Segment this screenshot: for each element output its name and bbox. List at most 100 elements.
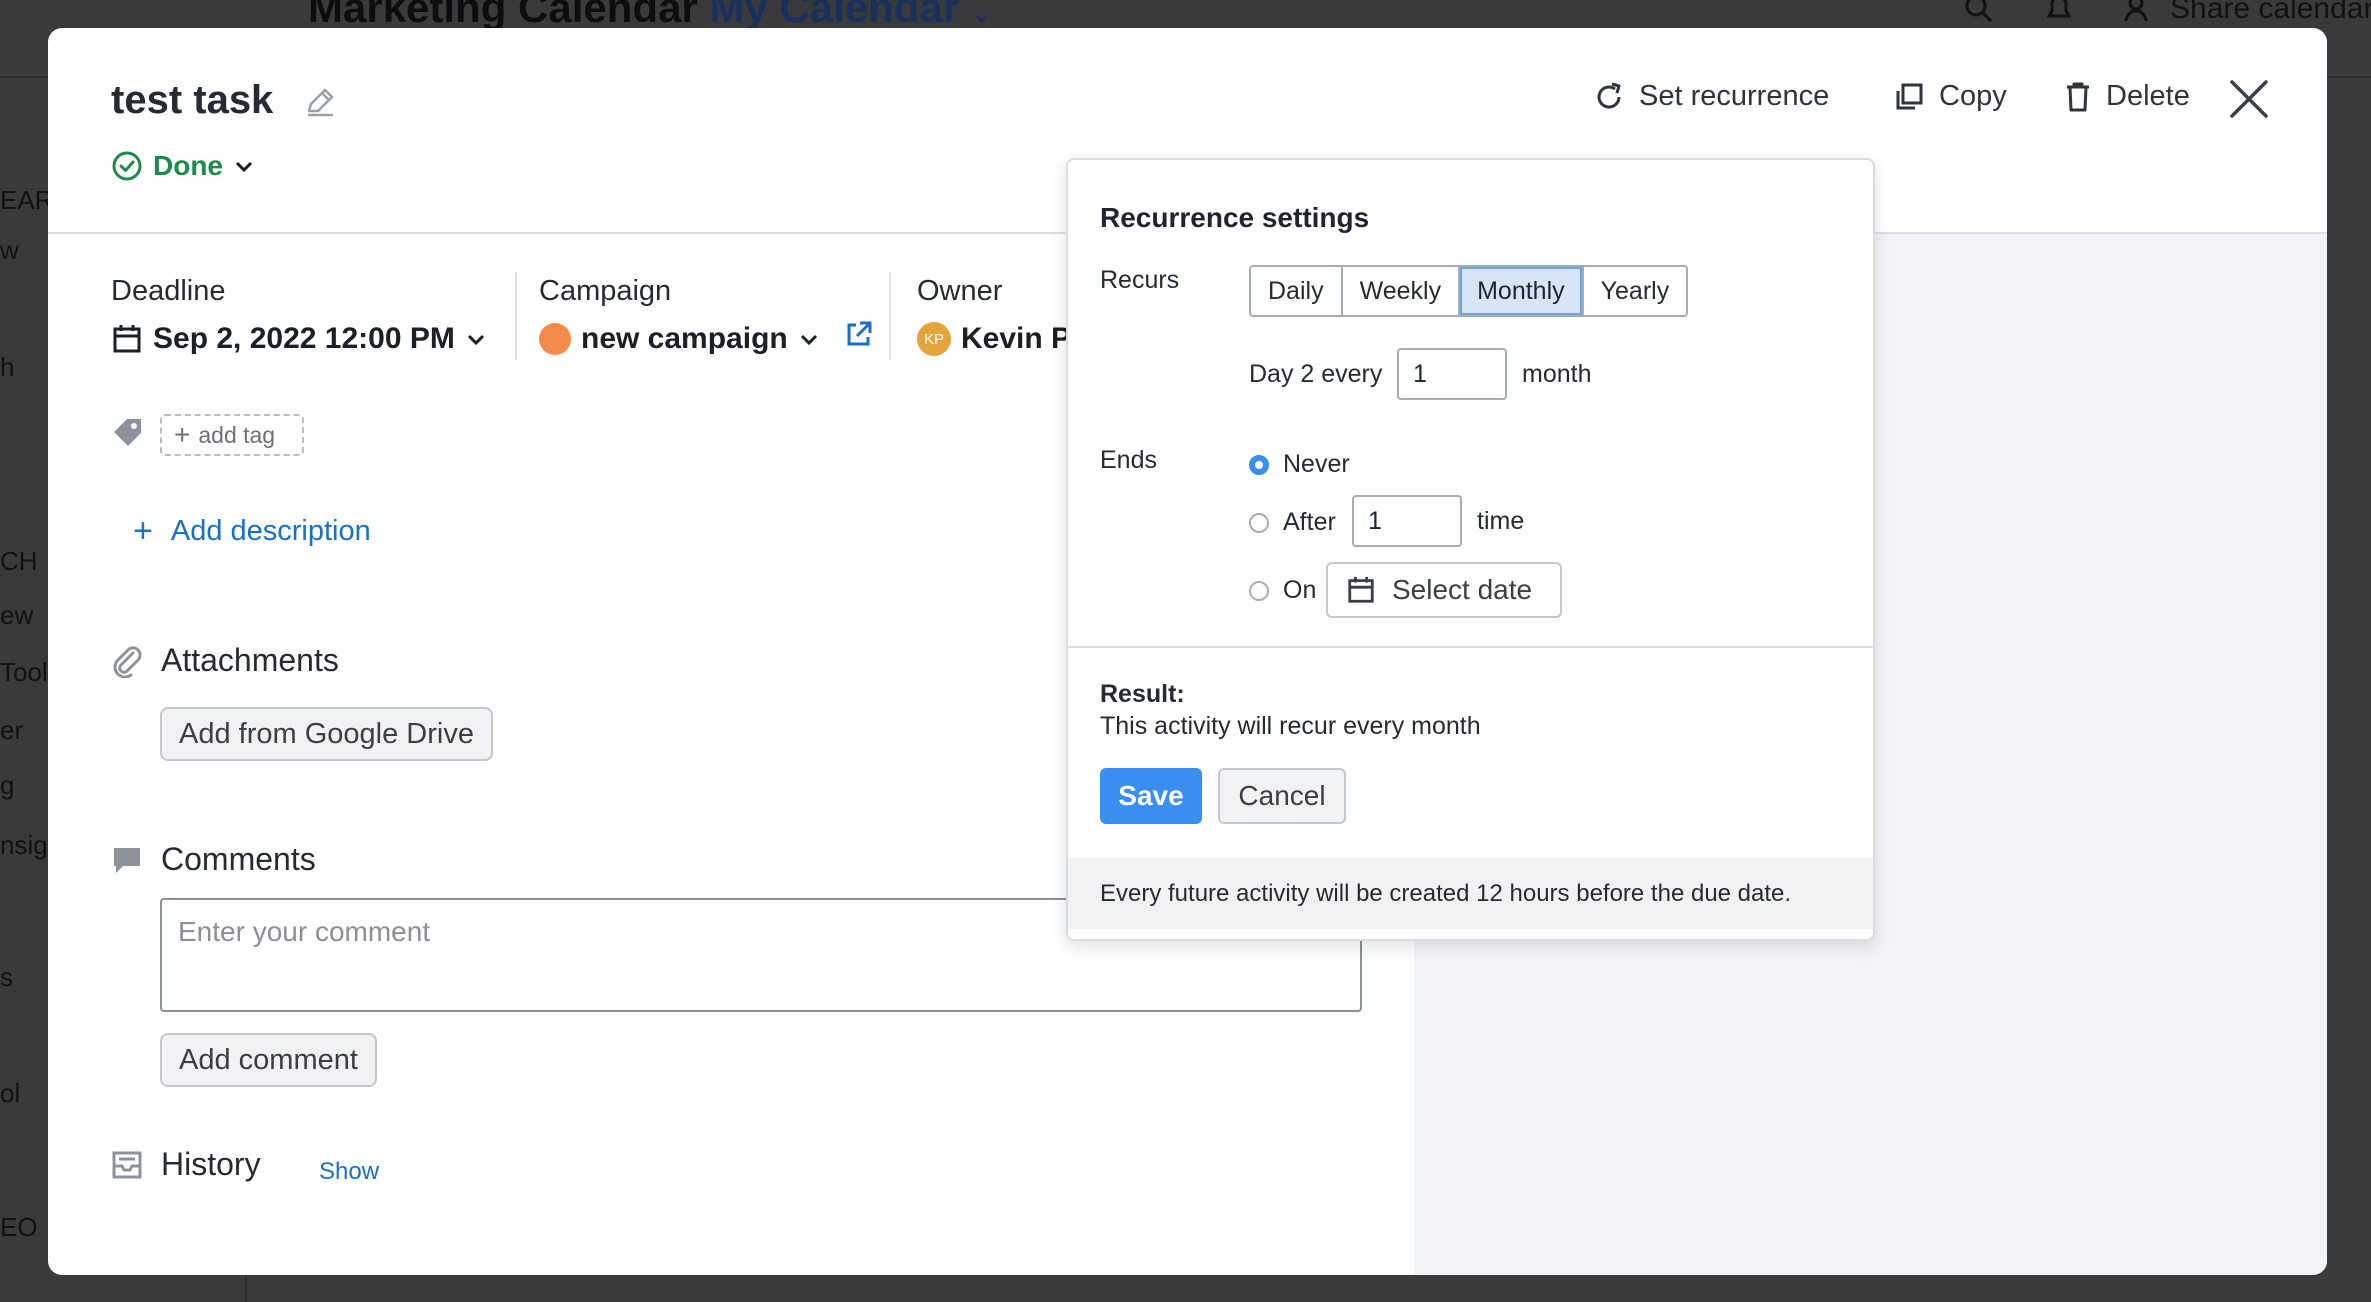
background-sidebar-text: EO [0,1212,38,1242]
frequency-option-yearly[interactable]: Yearly [1583,267,1687,315]
background-sidebar-text: er [0,715,24,745]
close-icon[interactable] [2228,78,2270,125]
background-sidebar-text: ol [0,1078,21,1108]
task-title: test task [111,78,274,122]
check-circle-icon [112,151,142,181]
attachments-title: Attachments [161,642,339,678]
history-header: History [111,1146,261,1183]
background-title-main: Marketing Calendar [308,0,698,31]
chevron-down-icon [235,161,253,173]
recurrence-title: Recurrence settings [1100,202,1370,233]
add-description-label: Add description [170,514,371,547]
frequency-option-daily[interactable]: Daily [1251,267,1343,315]
plus-icon: + [133,512,153,550]
select-date-label: Select date [1392,574,1533,605]
interval-input[interactable] [1397,348,1507,400]
save-button[interactable]: Save [1100,768,1202,824]
deadline-label: Deadline [111,275,226,307]
chevron-down-icon: ⌄ [970,0,993,28]
deadline-picker[interactable]: Sep 2, 2022 12:00 PM [111,322,487,356]
frequency-option-weekly[interactable]: Weekly [1342,267,1461,315]
background-sidebar-text: w [0,235,19,265]
copy-label: Copy [1939,80,2007,112]
background-share-label: Share calendar [2170,0,2371,25]
comments-title: Comments [161,841,316,877]
background-sidebar-text: nsig [0,830,48,860]
end-after-option[interactable]: After [1249,508,1336,537]
comment-icon [114,847,140,873]
background-sidebar-text: h [0,352,15,382]
users-icon [2124,0,2148,22]
after-count-unit: time [1477,507,1525,535]
set-recurrence-label: Set recurrence [1639,80,1830,112]
end-never-label: Never [1283,450,1350,478]
add-description-button[interactable]: + Add description [133,514,371,548]
campaign-value[interactable]: new campaign [581,322,788,356]
add-comment-button[interactable]: Add comment [160,1033,377,1087]
end-never-option[interactable]: Never [1249,450,1350,479]
history-show-link[interactable]: Show [319,1158,379,1186]
background-sidebar-text: s [0,962,13,992]
status-label: Done [153,150,223,181]
add-from-google-drive-button[interactable]: Add from Google Drive [160,707,493,761]
calendar-icon [1348,576,1374,603]
owner-label: Owner [917,275,1003,307]
field-separator [515,272,517,360]
end-on-option[interactable]: On [1249,576,1316,605]
result-text: This activity will recur every month [1100,712,1481,740]
chevron-down-icon[interactable] [798,331,820,347]
tag-icon [111,416,145,455]
background-sidebar-text: g [0,770,15,800]
result-label: Result: [1100,680,1185,708]
recurrence-settings-popover: Recurrence settings Recurs Daily Weekly … [1066,158,1875,941]
owner-picker[interactable]: KP Kevin Pe [917,322,1088,356]
end-on-label: On [1283,576,1317,604]
campaign-color-dot [539,323,571,355]
status-dropdown[interactable]: Done [111,150,255,182]
owner-avatar: KP [917,322,951,356]
recurrence-frequency-selector: Daily Weekly Monthly Yearly [1249,265,1689,317]
end-never-radio[interactable] [1249,454,1269,475]
recurs-label: Recurs [1100,266,1180,294]
campaign-field: new campaign [539,319,874,356]
popover-divider [1068,646,1873,648]
refresh-icon [1597,82,1621,108]
delete-button[interactable]: Delete [2064,80,2190,113]
after-count-input[interactable] [1352,495,1462,547]
add-tag-button[interactable]: + add tag [160,414,304,456]
edit-title-pencil-icon[interactable] [303,85,337,124]
background-sidebar-text: CH [0,546,38,576]
trash-icon [2067,82,2089,111]
background-share-calendar: Share calendar [2124,0,2371,26]
ends-label: Ends [1100,446,1157,474]
external-link-icon[interactable] [844,319,874,349]
day-every-text: Day 2 every [1249,360,1383,388]
interval-unit: month [1522,360,1592,388]
background-sidebar-text: ew [0,600,34,630]
archive-icon [112,1151,142,1178]
comments-header: Comments [111,841,316,878]
history-title: History [161,1146,261,1182]
cancel-button[interactable]: Cancel [1218,768,1346,824]
field-separator [889,272,891,360]
add-tag-label: add tag [198,421,276,448]
copy-button[interactable]: Copy [1893,80,2007,113]
plus-icon: + [174,419,191,450]
set-recurrence-button[interactable]: Set recurrence [1593,80,1829,113]
copy-icon [1896,83,1923,109]
recurrence-footer-note: Every future activity will be created 12… [1068,858,1873,929]
background-calendar-selector: My Calendar [709,0,960,31]
delete-label: Delete [2106,80,2190,112]
end-on-radio[interactable] [1249,580,1269,601]
background-sidebar-text: Tool [0,657,48,687]
calendar-icon [113,325,141,353]
end-after-label: After [1283,508,1336,536]
chevron-down-icon [467,334,484,346]
frequency-option-monthly[interactable]: Monthly [1460,267,1584,315]
attachments-header: Attachments [111,642,339,679]
select-date-button[interactable]: Select date [1326,562,1562,618]
end-after-radio[interactable] [1249,512,1269,533]
deadline-value: Sep 2, 2022 12:00 PM [153,322,455,355]
campaign-label: Campaign [539,275,672,307]
paperclip-icon [113,645,142,678]
